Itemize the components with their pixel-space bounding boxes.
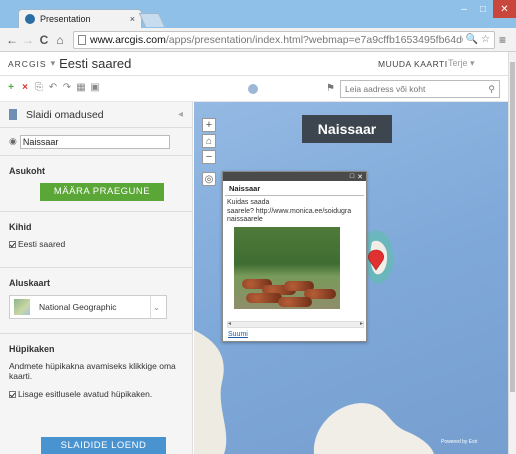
- mainland-shape: [194, 330, 227, 454]
- layers-label: Kihid: [9, 222, 32, 232]
- island-south-shape: [313, 403, 434, 454]
- home-icon[interactable]: ⌂: [53, 33, 67, 47]
- window-close-button[interactable]: ✕: [493, 0, 516, 18]
- preview-icon[interactable]: ▦: [76, 82, 86, 93]
- save-icon[interactable]: ▣: [90, 82, 100, 93]
- popup-titlebar: □ ✕: [223, 172, 366, 181]
- add-slide-icon[interactable]: +: [6, 82, 16, 93]
- duplicate-slide-icon[interactable]: ⎘: [34, 82, 44, 93]
- slide-title-row: ◉: [0, 128, 192, 156]
- basemap-select[interactable]: National Geographic ⌄: [9, 295, 167, 319]
- window-minimize-button[interactable]: –: [455, 0, 473, 18]
- layer-item-label: Eesti saared: [18, 239, 66, 249]
- brand-dropdown-icon[interactable]: ▾: [51, 58, 56, 69]
- popup-scrollbar[interactable]: ◂ ▸: [227, 321, 364, 328]
- layer-item[interactable]: Eesti saared: [9, 239, 183, 249]
- user-menu[interactable]: Terje ▾: [448, 58, 475, 69]
- app-title: Eesti saared: [59, 56, 132, 71]
- visibility-eye-icon[interactable]: ◉: [9, 136, 17, 147]
- basemap-thumbnail: [14, 299, 30, 315]
- browser-tab[interactable]: Presentation ×: [18, 9, 142, 28]
- collapse-panel-icon[interactable]: ◂: [178, 109, 183, 120]
- scroll-left-icon[interactable]: ◂: [228, 321, 231, 327]
- url-path: /apps/presentation/index.html?webmap=e7a…: [165, 33, 463, 46]
- panel-header: Slaidi omadused ◂: [0, 102, 192, 128]
- forward-icon[interactable]: →: [21, 33, 35, 47]
- slides-list-button[interactable]: SLAIDIDE LOEND: [41, 437, 166, 454]
- map-view[interactable]: + ⌂ − ◎ Naissaar □ ✕ Naissaar Kuidas saa…: [194, 102, 508, 454]
- address-bar[interactable]: www.arcgis.com /apps/presentation/index.…: [73, 30, 495, 49]
- tab-close-icon[interactable]: ×: [130, 14, 135, 24]
- slide-properties-panel: Slaidi omadused ◂ ◉ Asukoht MÄÄRA PRAEGU…: [0, 102, 193, 454]
- home-icon: ⌂: [205, 136, 213, 147]
- location-section: Asukoht MÄÄRA PRAEGUNE: [0, 156, 192, 212]
- basemap-section: Aluskaart National Geographic ⌄: [0, 268, 192, 334]
- add-popup-checkbox[interactable]: [9, 390, 16, 398]
- locate-crosshair-icon: ◎: [204, 174, 214, 185]
- slide-map-title: Naissaar: [302, 115, 392, 143]
- delete-slide-icon[interactable]: ×: [20, 82, 30, 93]
- feature-popup: □ ✕ Naissaar Kuidas saada saarele? http:…: [222, 171, 367, 342]
- redo-icon[interactable]: ↷: [62, 82, 72, 93]
- arcgis-brand[interactable]: ARCGIS: [8, 59, 47, 69]
- popup-description: Kuidas saada saarele? http://www.monica.…: [227, 199, 352, 223]
- play-presentation-icon[interactable]: [248, 84, 258, 94]
- popup-feature-name: Naissaar: [225, 181, 364, 196]
- popup-close-icon[interactable]: ✕: [357, 173, 363, 181]
- address-search-input[interactable]: [345, 84, 489, 94]
- photo-log: [278, 297, 312, 307]
- edit-map-link[interactable]: MUUDA KAARTI: [378, 59, 448, 69]
- reload-icon[interactable]: C: [37, 33, 51, 47]
- locate-button[interactable]: ◎: [202, 172, 216, 186]
- popup-hint: Andmete hüpikakna avamiseks klikkige oma…: [9, 361, 176, 381]
- photo-log: [246, 293, 282, 303]
- locate-icon[interactable]: ⚑: [326, 83, 335, 94]
- tab-title: Presentation: [40, 14, 91, 24]
- url-host: www.arcgis.com: [90, 33, 166, 46]
- popup-photo: [234, 227, 340, 309]
- map-attribution[interactable]: Powered by Esri: [441, 439, 477, 445]
- panel-title: Slaidi omadused: [26, 108, 104, 121]
- popup-zoom-link[interactable]: Suumi: [228, 331, 248, 338]
- browser-menu-icon[interactable]: ≡: [499, 33, 511, 47]
- layer-checkbox[interactable]: [9, 240, 16, 248]
- slide-title-input[interactable]: [19, 134, 170, 149]
- zoom-out-button[interactable]: −: [202, 150, 216, 164]
- popup-maximize-icon[interactable]: □: [350, 173, 354, 180]
- builder-toolbar: + × ⎘ ↶ ↷ ▦ ▣ ⚑ ⚲: [0, 76, 508, 102]
- page-icon: [78, 34, 86, 45]
- set-current-location-button[interactable]: MÄÄRA PRAEGUNE: [40, 183, 164, 201]
- basemap-value: National Geographic: [39, 302, 117, 312]
- add-popup-option[interactable]: Lisage esitlusele avatud hüpikaken.: [9, 389, 183, 399]
- home-extent-button[interactable]: ⌂: [202, 134, 216, 148]
- address-search[interactable]: ⚲: [340, 80, 500, 98]
- slide-icon: [9, 109, 17, 120]
- slide-tools: + × ⎘ ↶ ↷ ▦ ▣: [6, 82, 100, 93]
- location-label: Asukoht: [9, 166, 45, 176]
- window-maximize-button[interactable]: □: [474, 0, 492, 18]
- popup-label: Hüpikaken: [9, 344, 55, 354]
- popup-section: Hüpikaken Andmete hüpikakna avamiseks kl…: [0, 334, 192, 409]
- zoom-icon[interactable]: 🔍: [466, 34, 478, 45]
- scrollbar-thumb[interactable]: [510, 62, 515, 392]
- page-scrollbar[interactable]: [508, 52, 516, 454]
- chevron-down-icon[interactable]: ⌄: [150, 296, 162, 318]
- layers-section: Kihid Eesti saared: [0, 212, 192, 268]
- undo-icon[interactable]: ↶: [48, 82, 58, 93]
- browser-toolbar: ← → C ⌂ www.arcgis.com /apps/presentatio…: [0, 28, 516, 52]
- basemap-label: Aluskaart: [9, 278, 51, 288]
- back-icon[interactable]: ←: [5, 33, 19, 47]
- new-tab-button[interactable]: [138, 13, 166, 27]
- browser-titlebar: Presentation × – □ ✕: [0, 0, 516, 28]
- app-header: ARCGIS ▾ Eesti saared MUUDA KAARTI Terje…: [0, 52, 508, 76]
- bookmark-star-icon[interactable]: ☆: [481, 34, 490, 45]
- search-icon[interactable]: ⚲: [488, 84, 495, 95]
- add-popup-label: Lisage esitlusele avatud hüpikaken.: [18, 389, 153, 399]
- zoom-in-button[interactable]: +: [202, 118, 216, 132]
- scroll-right-icon[interactable]: ▸: [360, 321, 363, 327]
- arcgis-favicon-icon: [25, 14, 35, 24]
